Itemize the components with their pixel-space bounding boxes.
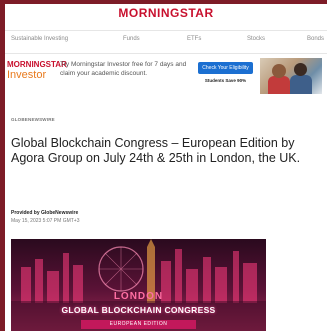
nav-item-sustainable-investing[interactable]: Sustainable Investing — [11, 36, 68, 42]
ad-photo — [260, 58, 322, 94]
check-eligibility-button[interactable]: Check Your Eligibility — [198, 62, 253, 74]
hero-edition: EUROPEAN EDITION — [81, 320, 196, 329]
article-date: May 15, 2023 5:07 PM GMT+3 — [11, 218, 80, 224]
article-byline: Provided by GlobeNewswire — [11, 210, 79, 216]
hero-city: LONDON — [113, 291, 164, 302]
nav-item-funds[interactable]: Funds — [123, 36, 140, 42]
top-nav: Sustainable Investing Funds ETFs Stocks … — [5, 30, 327, 54]
ad-subtext: Students Save 90% — [204, 78, 247, 83]
nav-item-etfs[interactable]: ETFs — [187, 36, 201, 42]
nav-item-bonds[interactable]: Bonds — [307, 36, 324, 42]
source-label: GLOBENEWSWIRE — [11, 117, 55, 122]
hero-image: LONDON GLOBAL BLOCKCHAIN CONGRESS EUROPE… — [11, 239, 266, 331]
nav-item-stocks[interactable]: Stocks — [247, 36, 265, 42]
page: MORNINGSTAR Sustainable Investing Funds … — [5, 4, 327, 331]
hero-title: GLOBAL BLOCKCHAIN CONGRESS — [61, 305, 216, 315]
ad-banner[interactable]: MORNINGSTAR Investor Try Morningstar Inv… — [5, 56, 327, 98]
london-skyline-graphic — [11, 239, 266, 331]
ad-text: Try Morningstar Investor free for 7 days… — [60, 61, 187, 77]
ad-brand-logo: MORNINGSTAR Investor — [7, 60, 67, 81]
article-headline: Global Blockchain Congress – European Ed… — [11, 136, 301, 165]
ad-brand-bottom: Investor — [7, 69, 47, 81]
morningstar-logo[interactable]: MORNINGSTAR — [5, 6, 327, 20]
